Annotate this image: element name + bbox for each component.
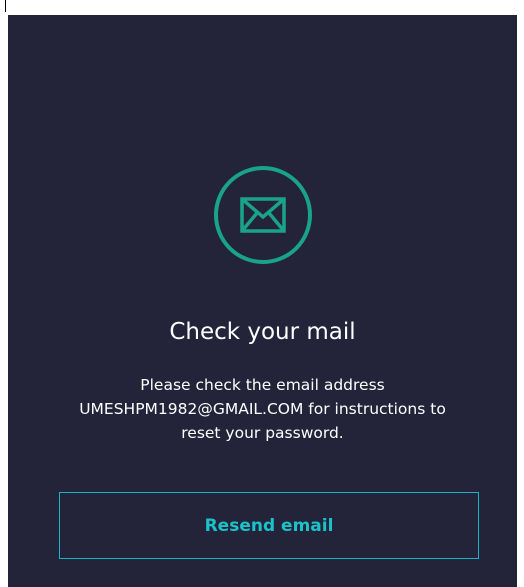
instructions-message: Please check the email address UMESHPM19… — [48, 373, 477, 445]
message-line: Please check the email address — [140, 376, 385, 394]
window-edge-marker — [5, 0, 6, 12]
mail-icon — [240, 197, 286, 233]
message-line-email: UMESHPM1982@GMAIL.COM for instructions t… — [79, 400, 446, 418]
mail-icon-circle — [214, 166, 312, 264]
check-mail-dialog: Check your mail Please check the email a… — [8, 15, 517, 587]
message-line: reset your password. — [181, 424, 344, 442]
resend-email-button[interactable]: Resend email — [59, 492, 479, 559]
page-title: Check your mail — [169, 319, 356, 345]
page-frame: Check your mail Please check the email a… — [0, 0, 524, 587]
